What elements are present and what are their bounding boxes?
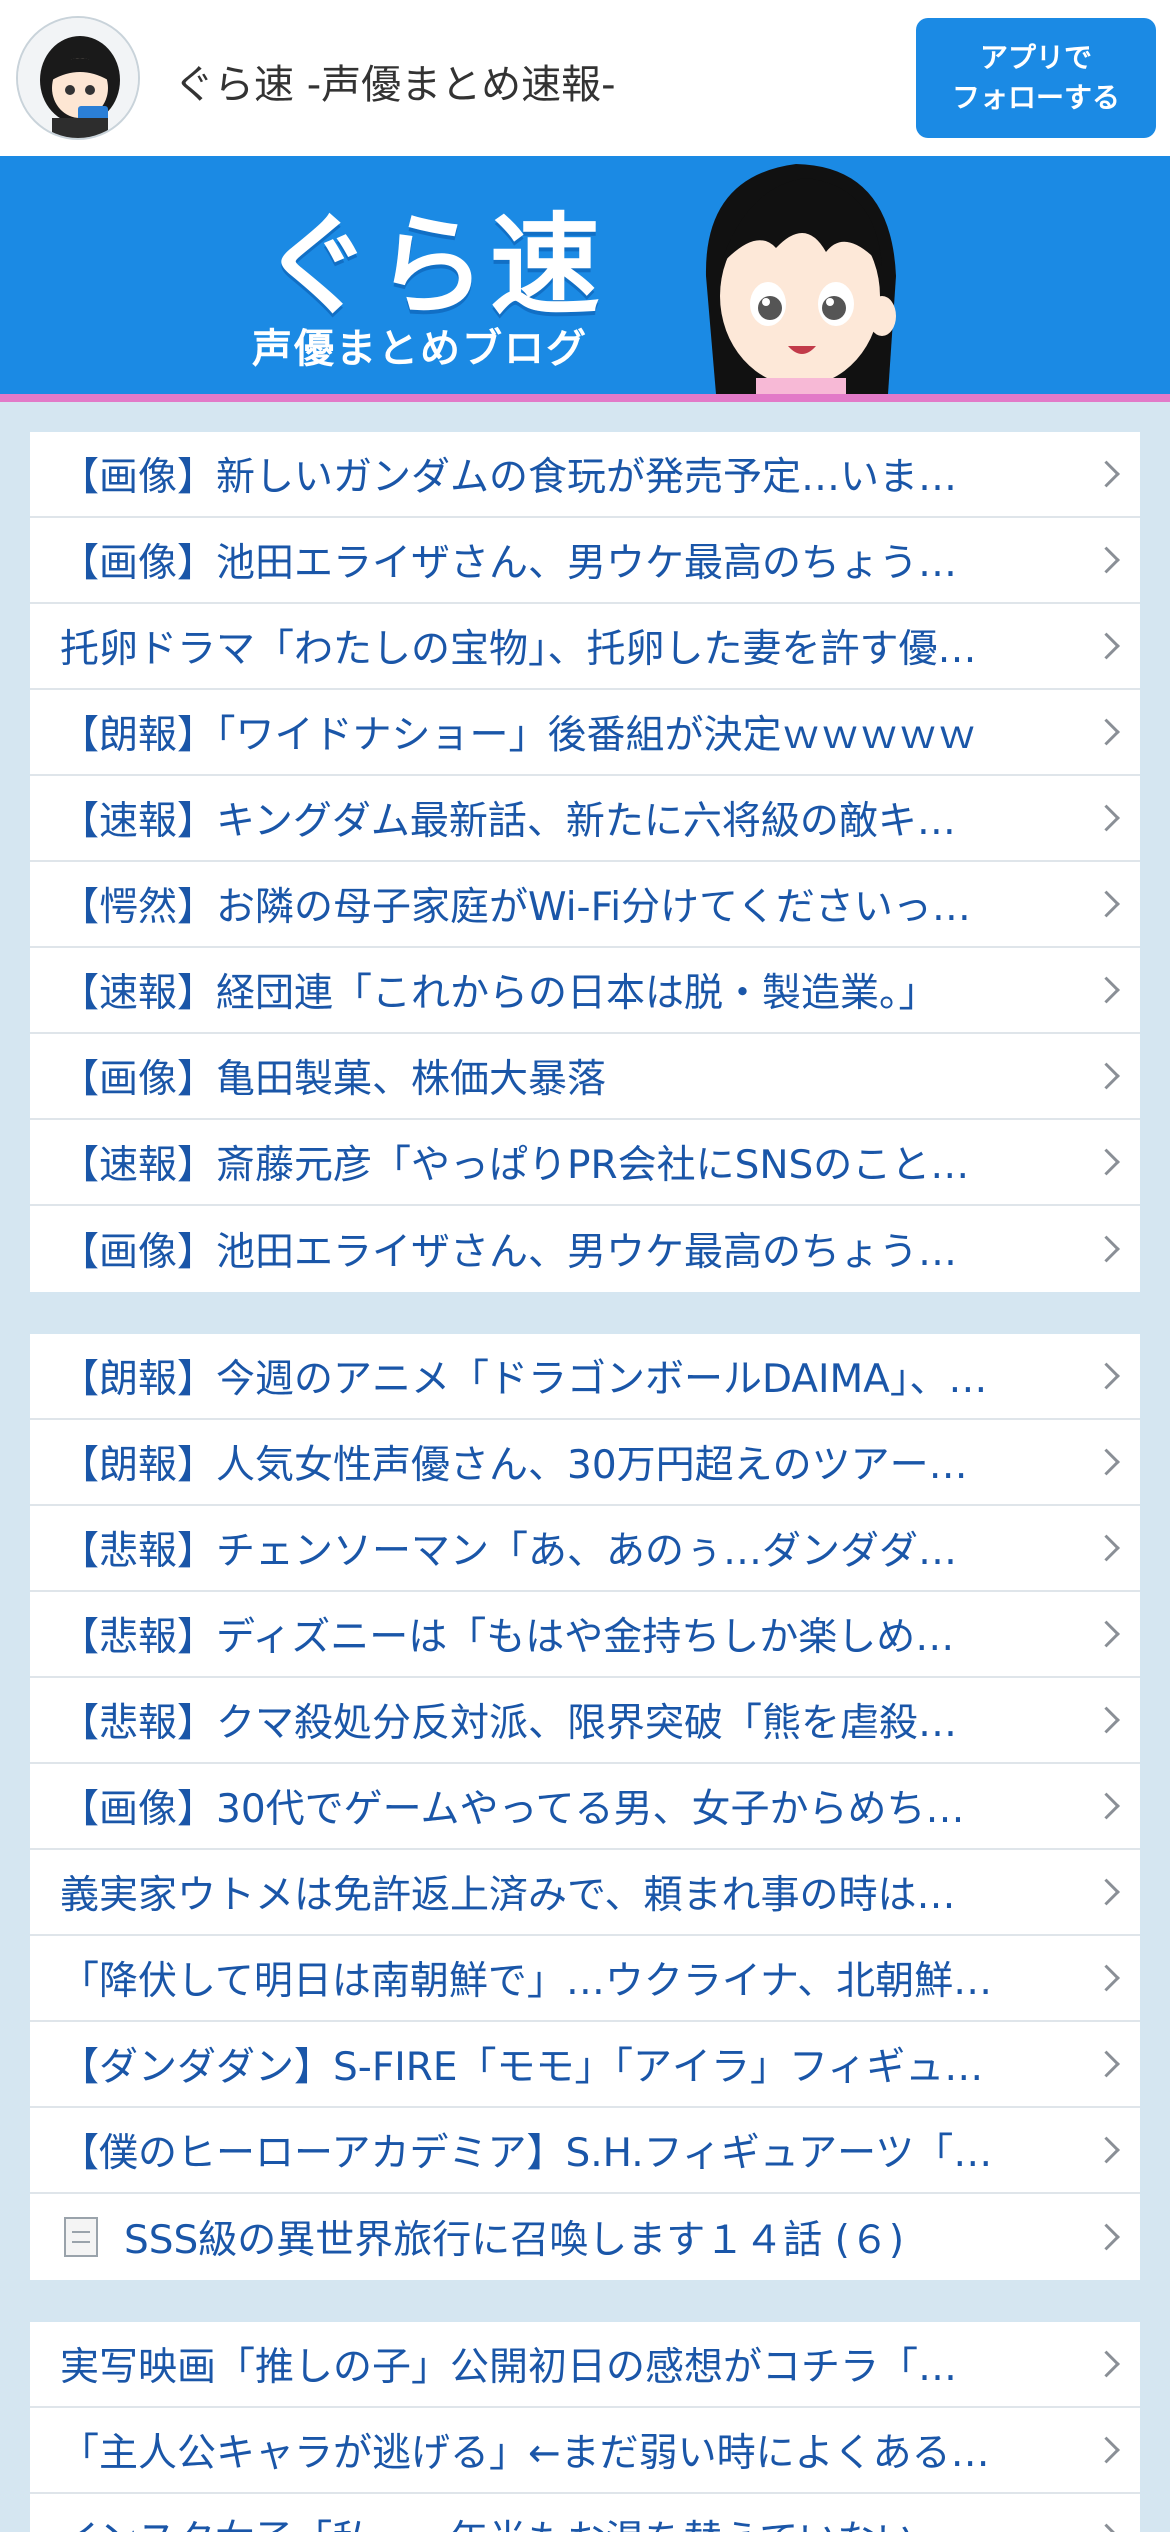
list-item[interactable]: 【悲報】ディズニーは「もはや金持ちしか楽しめ… [30, 1592, 1140, 1678]
site-avatar[interactable] [16, 16, 140, 140]
chevron-right-icon [1093, 890, 1120, 918]
list-item[interactable]: 托卵ドラマ「わたしの宝物」、托卵した妻を許す優… [30, 604, 1140, 690]
list-item[interactable]: 【画像】池田エライザさん、男ウケ最高のちょう… [30, 518, 1140, 604]
list-item-title: 【朗報】人気女性声優さん、30万円超えのツアー… [60, 1443, 968, 1488]
site-title: ぐら速 -声優まとめ速報- [174, 62, 616, 108]
follow-in-app-button[interactable]: アプリで フォローする [916, 18, 1156, 138]
list-item-title: 「主人公キャラが逃げる」←まだ弱い時によくある… [60, 2431, 990, 2476]
chevron-right-icon [1093, 1792, 1120, 1820]
list-item-title: 【悲報】チェンソーマン「あ、あのぅ…ダンダダ… [60, 1529, 958, 1574]
list-item-title: 【画像】池田エライザさん、男ウケ最高のちょう… [60, 541, 958, 586]
list-item[interactable]: 【画像】亀田製菓、株価大暴落 [30, 1034, 1140, 1120]
list-item[interactable]: 【画像】池田エライザさん、男ウケ最高のちょう… [30, 1206, 1140, 1292]
chevron-right-icon [1093, 1362, 1120, 1390]
chevron-right-icon [1093, 2136, 1120, 2164]
list-item-title: 【画像】池田エライザさん、男ウケ最高のちょう… [60, 1230, 958, 1275]
list-item[interactable]: 義実家ウトメは免許返上済みで、頼まれ事の時は… [30, 1850, 1140, 1936]
banner-tagline: 声優まとめブログ [252, 326, 588, 372]
banner-logo: ぐら速 [262, 202, 604, 330]
list-item[interactable]: 【僕のヒーローアカデミア】S.H.フィギュアーツ「… [30, 2108, 1140, 2194]
list-item[interactable]: 実写映画「推しの子」公開初日の感想がコチラ「… [30, 2322, 1140, 2408]
list-item-title: 【速報】キングダム最新話、新たに六将級の敵キ… [60, 799, 956, 844]
article-list-1: 【画像】新しいガンダムの食玩が発売予定…いま… 【画像】池田エライザさん、男ウケ… [30, 432, 1140, 1292]
list-item[interactable]: 「主人公キャラが逃げる」←まだ弱い時によくある… [30, 2408, 1140, 2494]
chevron-right-icon [1093, 976, 1120, 1004]
list-item-title: 【画像】亀田製菓、株価大暴落 [60, 1057, 607, 1102]
list-item[interactable]: インスタ女子「私、一年半もお湯を替えていない… [30, 2494, 1140, 2532]
list-item[interactable]: 【ダンダダン】S-FIRE「モモ」「アイラ」フィギュ… [30, 2022, 1140, 2108]
list-item[interactable]: 【悲報】クマ殺処分反対派、限界突破「熊を虐殺… [30, 1678, 1140, 1764]
list-item[interactable]: 【速報】斎藤元彦「やっぱりPR会社にSNSのこと… [30, 1120, 1140, 1206]
chevron-right-icon [1093, 546, 1120, 574]
chevron-right-icon [1093, 1448, 1120, 1476]
list-item[interactable]: 「降伏して明日は南朝鮮で」…ウクライナ、北朝鮮… [30, 1936, 1140, 2022]
list-item-title: 托卵ドラマ「わたしの宝物」、托卵した妻を許す優… [60, 627, 977, 672]
chevron-right-icon [1093, 1878, 1120, 1906]
list-item[interactable]: 【画像】30代でゲームやってる男、女子からめち… [30, 1764, 1140, 1850]
list-item-title: 【朗報】今週のアニメ「ドラゴンボールDAIMA」、… [60, 1357, 988, 1402]
list-item-title: 【画像】新しいガンダムの食玩が発売予定…いま… [60, 455, 958, 500]
list-item-title: 義実家ウトメは免許返上済みで、頼まれ事の時は… [60, 1873, 956, 1918]
list-item[interactable]: 【速報】キングダム最新話、新たに六将級の敵キ… [30, 776, 1140, 862]
chevron-right-icon [1093, 2436, 1120, 2464]
mascot-illustration [705, 164, 896, 394]
list-item[interactable]: SSS級の異世界旅行に召喚します１４話 (６) [30, 2194, 1140, 2280]
list-item-title: 【速報】斎藤元彦「やっぱりPR会社にSNSのこと… [60, 1143, 970, 1188]
article-list-2: 【朗報】今週のアニメ「ドラゴンボールDAIMA」、… 【朗報】人気女性声優さん、… [30, 1334, 1140, 2280]
site-banner[interactable]: ぐら速 声優まとめブログ [0, 156, 1170, 394]
list-item-title: 【僕のヒーローアカデミア】S.H.フィギュアーツ「… [60, 2131, 993, 2176]
list-item-title: 【悲報】ディズニーは「もはや金持ちしか楽しめ… [60, 1615, 955, 1660]
list-item-title: 実写映画「推しの子」公開初日の感想がコチラ「… [60, 2345, 958, 2390]
list-item-title: 「降伏して明日は南朝鮮で」…ウクライナ、北朝鮮… [60, 1959, 993, 2004]
chevron-right-icon [1093, 632, 1120, 660]
list-item-title: 【画像】30代でゲームやってる男、女子からめち… [60, 1787, 965, 1832]
chevron-right-icon [1093, 804, 1120, 832]
chevron-right-icon [1093, 1706, 1120, 1734]
list-item[interactable]: 【朗報】人気女性声優さん、30万円超えのツアー… [30, 1420, 1140, 1506]
chevron-right-icon [1093, 2350, 1120, 2378]
list-item-title: SSS級の異世界旅行に召喚します１４話 (６) [124, 2218, 905, 2263]
chevron-right-icon [1093, 718, 1120, 746]
list-item[interactable]: 【朗報】今週のアニメ「ドラゴンボールDAIMA」、… [30, 1334, 1140, 1420]
chevron-right-icon [1093, 1148, 1120, 1176]
list-item-title: 【ダンダダン】S-FIRE「モモ」「アイラ」フィギュ… [60, 2045, 984, 2090]
list-item-title: 【朗報】「ワイドナショー」後番組が決定ｗｗｗｗｗ [60, 713, 977, 758]
chevron-right-icon [1093, 2523, 1120, 2532]
app-header: ぐら速 -声優まとめ速報- アプリで フォローする [0, 0, 1170, 156]
document-icon [64, 2217, 98, 2257]
list-item-title: インスタ女子「私、一年半もお湯を替えていない… [30, 2509, 1070, 2532]
chevron-right-icon [1093, 1235, 1120, 1263]
chevron-right-icon [1093, 1620, 1120, 1648]
chevron-right-icon [1093, 460, 1120, 488]
chevron-right-icon [1093, 1534, 1120, 1562]
list-item[interactable]: 【愕然】お隣の母子家庭がWi-Fi分けてくださいっ… [30, 862, 1140, 948]
list-item-title: 【速報】経団連「これからの日本は脱・製造業。」 [60, 971, 938, 1016]
list-item[interactable]: 【速報】経団連「これからの日本は脱・製造業。」 [30, 948, 1140, 1034]
list-item-title: 【愕然】お隣の母子家庭がWi-Fi分けてくださいっ… [60, 885, 971, 930]
article-list-3: 実写映画「推しの子」公開初日の感想がコチラ「… 「主人公キャラが逃げる」←まだ弱… [30, 2322, 1140, 2532]
chevron-right-icon [1093, 2050, 1120, 2078]
list-item[interactable]: 【悲報】チェンソーマン「あ、あのぅ…ダンダダ… [30, 1506, 1140, 1592]
chevron-right-icon [1093, 1062, 1120, 1090]
list-item-title: 【悲報】クマ殺処分反対派、限界突破「熊を虐殺… [60, 1701, 958, 1746]
list-item[interactable]: 【画像】新しいガンダムの食玩が発売予定…いま… [30, 432, 1140, 518]
chevron-right-icon [1093, 1964, 1120, 1992]
list-item[interactable]: 【朗報】「ワイドナショー」後番組が決定ｗｗｗｗｗ [30, 690, 1140, 776]
banner-stripe [0, 394, 1170, 402]
